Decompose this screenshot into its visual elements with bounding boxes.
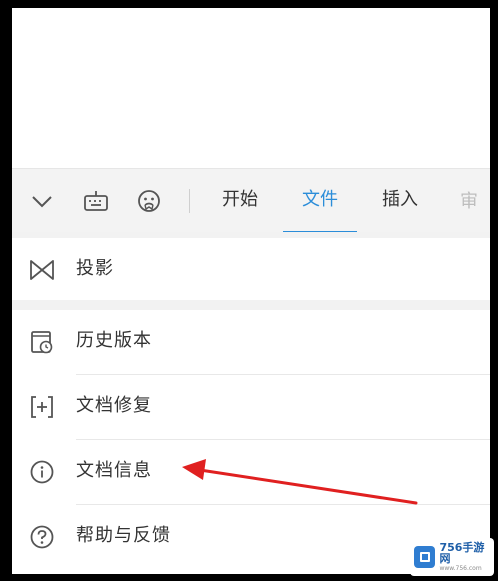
watermark-brand: 756手游网: [439, 541, 485, 565]
watermark-logo-icon: [414, 546, 436, 568]
menu-item-projection[interactable]: 投影: [12, 238, 490, 302]
help-icon: [28, 523, 56, 551]
projection-icon: [28, 256, 56, 284]
tab-file[interactable]: 文件: [302, 187, 338, 213]
tab-insert[interactable]: 插入: [382, 187, 418, 213]
info-icon: [28, 458, 56, 486]
chevron-down-icon[interactable]: [28, 187, 56, 215]
history-version-icon: [28, 328, 56, 356]
menu-item-label: 文档修复: [76, 395, 152, 416]
ribbon-toolbar: 开始 文件 插入 审: [12, 168, 490, 233]
emoji-icon[interactable]: [135, 187, 163, 215]
menu-item-document-repair[interactable]: 文档修复: [12, 375, 490, 439]
menu-item-label: 帮助与反馈: [76, 525, 171, 546]
menu-item-document-info[interactable]: 文档信息: [12, 440, 490, 504]
app-screen: 开始 文件 插入 审 投影 历史版本 文档修复 文档信息 帮助与反馈: [12, 8, 490, 574]
watermark-badge: 756手游网 www.756.com: [410, 538, 494, 576]
tab-start[interactable]: 开始: [222, 187, 258, 213]
watermark-url: www.756.com: [439, 565, 482, 572]
tab-overflow-clipped[interactable]: 审: [460, 187, 490, 213]
menu-item-label: 历史版本: [76, 330, 152, 351]
section-gap: [12, 300, 490, 310]
document-repair-icon: [28, 393, 56, 421]
menu-item-label: 投影: [76, 258, 114, 279]
menu-item-label: 文档信息: [76, 460, 152, 481]
menu-item-history-version[interactable]: 历史版本: [12, 310, 490, 374]
toolbar-separator: [189, 189, 190, 213]
keyboard-icon[interactable]: [82, 187, 110, 215]
